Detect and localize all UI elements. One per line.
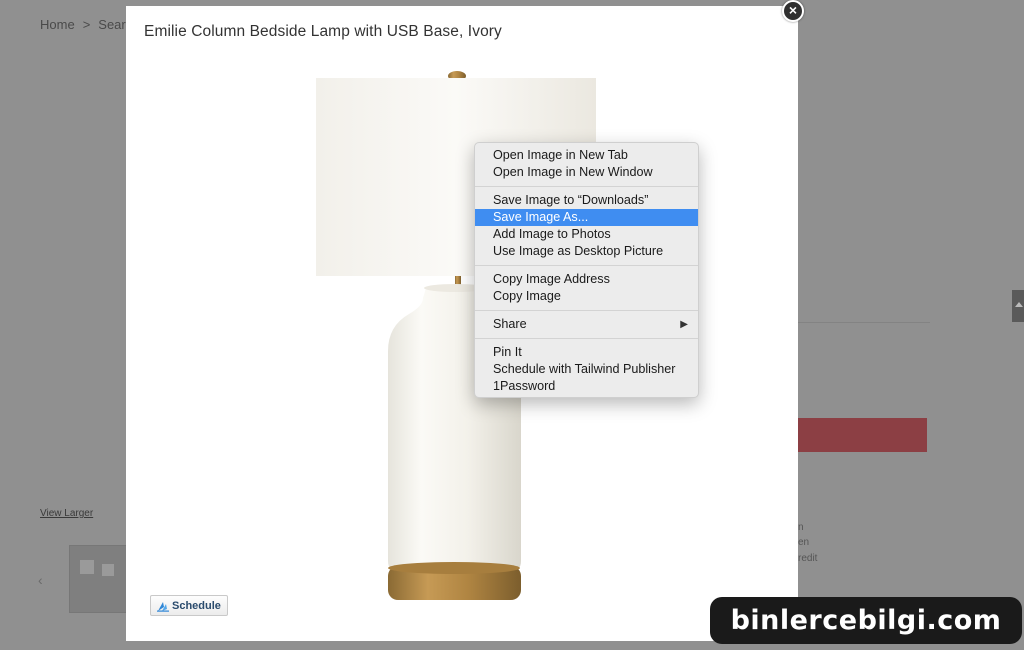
menu-item-copy-image[interactable]: Copy Image <box>475 288 698 305</box>
menu-item-share-label: Share <box>493 317 527 331</box>
menu-item-desktop-picture[interactable]: Use Image as Desktop Picture <box>475 243 698 260</box>
menu-item-share[interactable]: Share ▶ <box>475 316 698 333</box>
view-larger-link[interactable]: View Larger <box>40 508 93 519</box>
menu-item-open-new-tab[interactable]: Open Image in New Tab <box>475 147 698 164</box>
thumbnail-lamp-shape <box>80 560 94 574</box>
background-divider <box>798 322 930 323</box>
breadcrumb-separator: > <box>82 17 91 32</box>
schedule-button[interactable]: Schedule <box>150 595 228 616</box>
add-to-cart-button[interactable] <box>798 418 927 452</box>
background-text: n <box>798 522 804 533</box>
product-thumbnail[interactable] <box>69 545 127 613</box>
breadcrumb: Home > Sear <box>40 17 126 32</box>
context-menu: Open Image in New Tab Open Image in New … <box>474 142 699 398</box>
menu-item-save-image-as[interactable]: Save Image As... <box>475 209 698 226</box>
background-text: en <box>798 537 810 548</box>
lamp-base-top-shape <box>388 562 520 574</box>
schedule-button-label: Schedule <box>172 599 221 612</box>
menu-item-save-to-downloads[interactable]: Save Image to “Downloads” <box>475 192 698 209</box>
menu-separator <box>475 310 698 311</box>
breadcrumb-home[interactable]: Home <box>40 17 75 32</box>
menu-item-open-new-window[interactable]: Open Image in New Window <box>475 164 698 181</box>
side-feedback-tab[interactable] <box>1012 290 1024 322</box>
menu-item-add-to-photos[interactable]: Add Image to Photos <box>475 226 698 243</box>
submenu-arrow-icon: ▶ <box>680 319 688 330</box>
menu-separator <box>475 338 698 339</box>
menu-separator <box>475 265 698 266</box>
menu-item-copy-image-address[interactable]: Copy Image Address <box>475 271 698 288</box>
menu-item-1password[interactable]: 1Password <box>475 378 698 395</box>
thumbnail-lamp-shape <box>102 564 114 576</box>
breadcrumb-search[interactable]: Sear <box>98 17 125 32</box>
thumbnail-prev-arrow-icon[interactable]: ‹ <box>38 572 43 588</box>
background-text: redit <box>798 553 818 564</box>
tailwind-icon <box>157 601 169 612</box>
menu-item-pin-it[interactable]: Pin It <box>475 344 698 361</box>
menu-item-tailwind-schedule[interactable]: Schedule with Tailwind Publisher <box>475 361 698 378</box>
menu-separator <box>475 186 698 187</box>
close-icon[interactable]: × <box>782 0 804 22</box>
watermark-text: binlercebilgi.com <box>710 597 1022 644</box>
